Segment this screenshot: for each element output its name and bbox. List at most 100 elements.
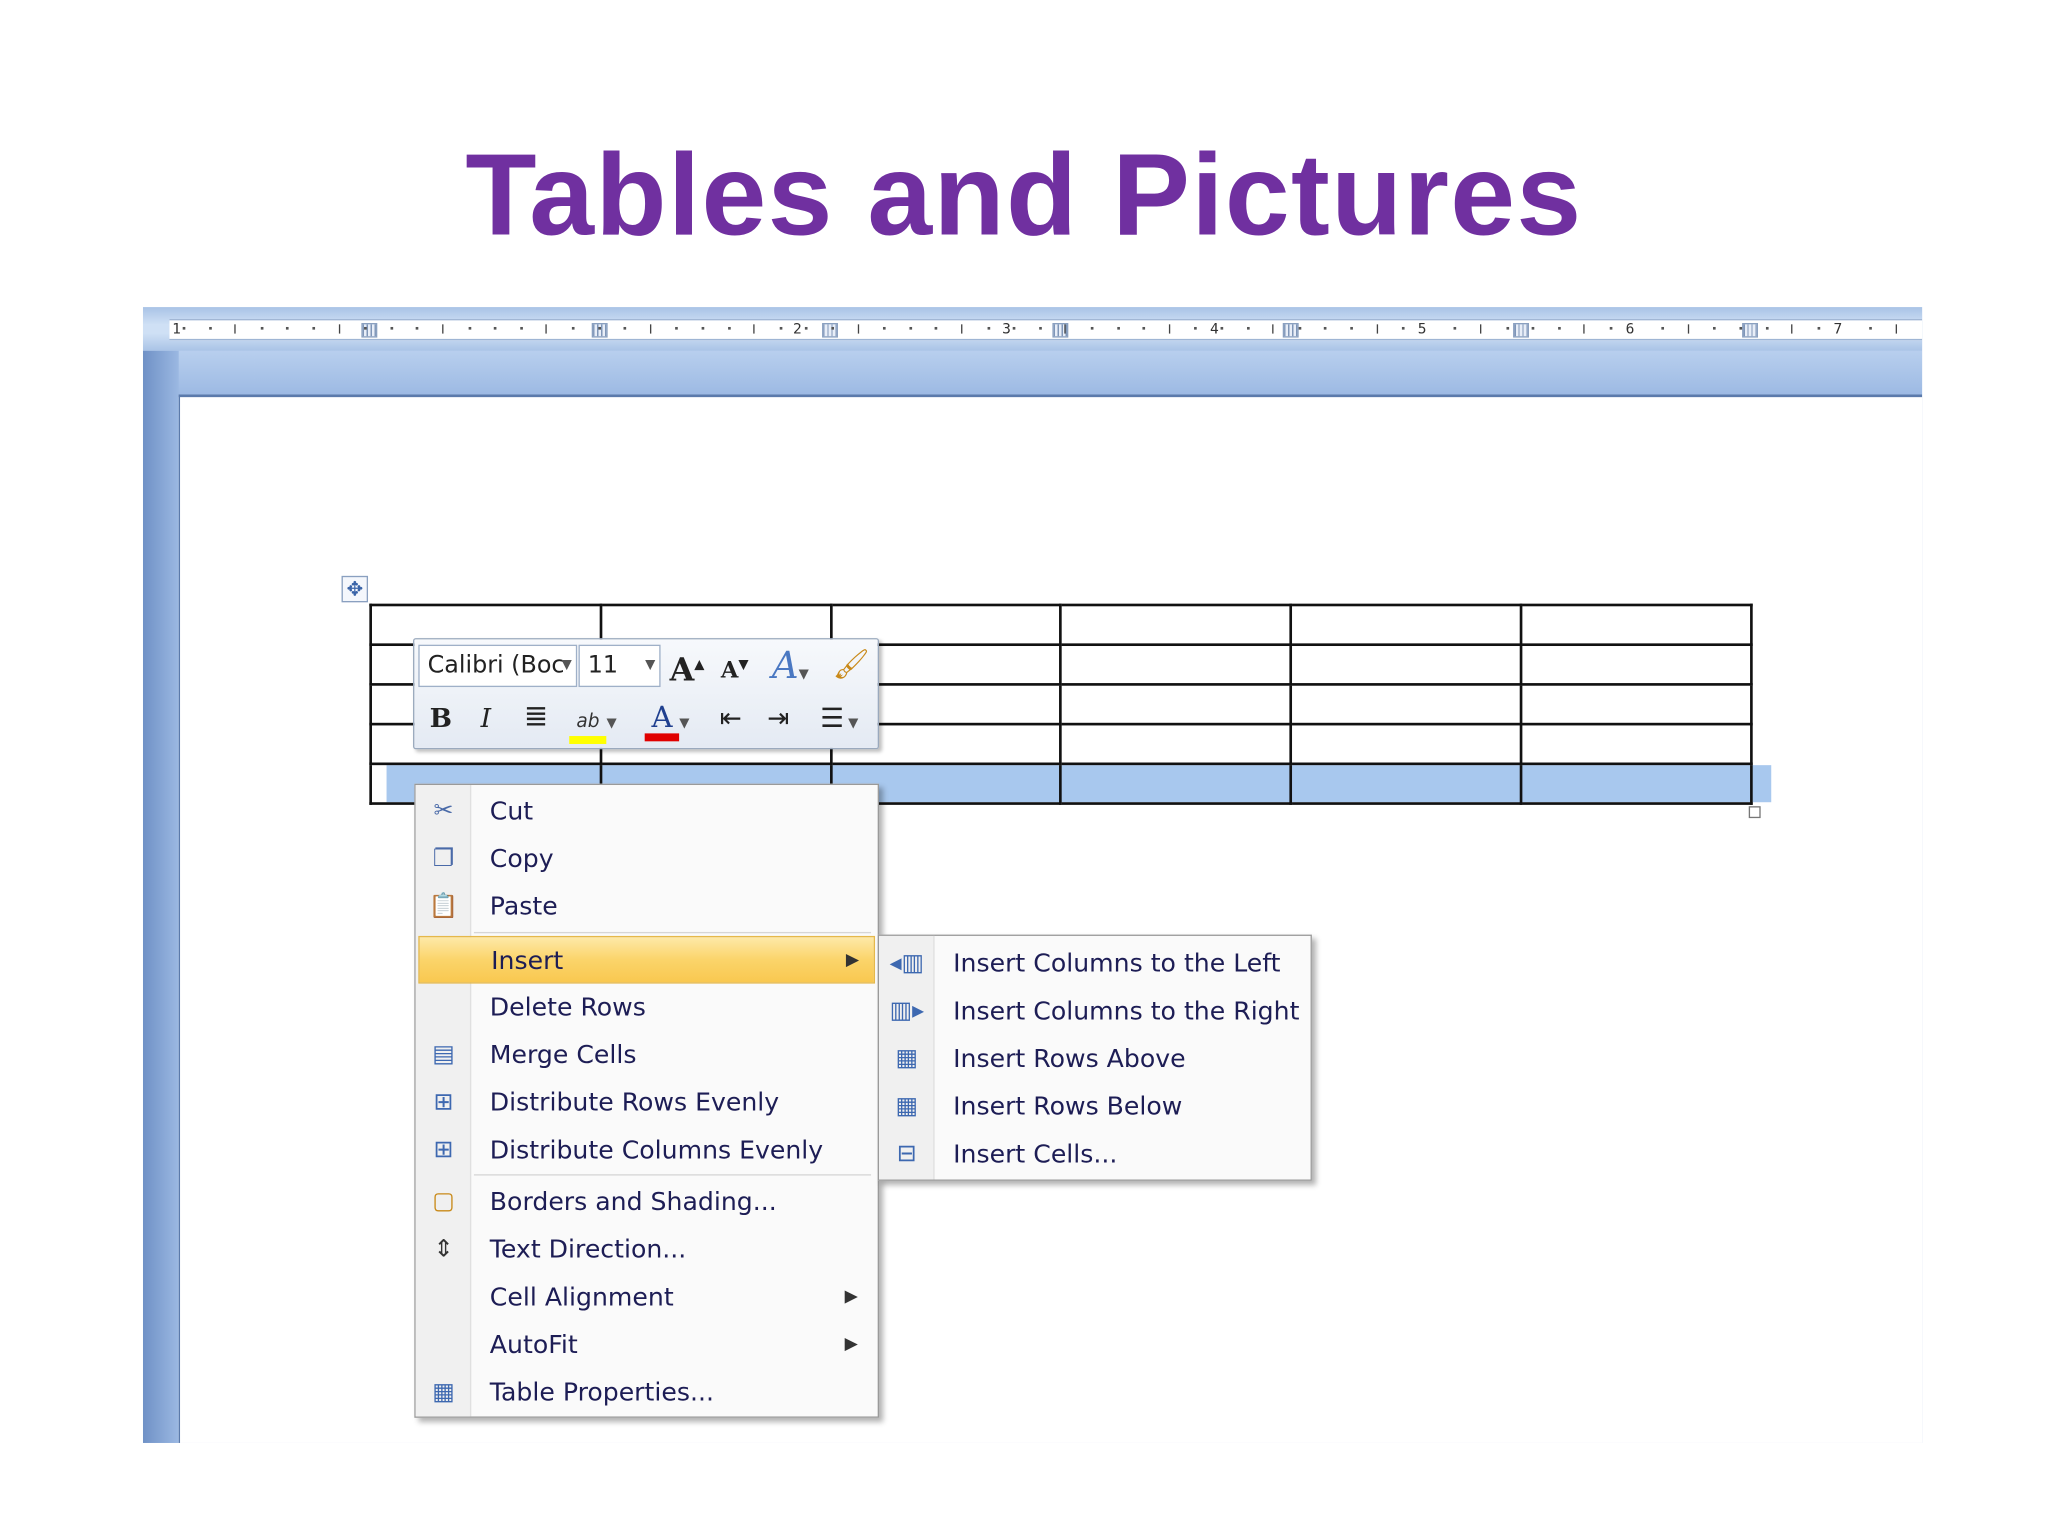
chevron-down-icon[interactable]: ▼: [679, 716, 689, 731]
menu-separator: [473, 1174, 872, 1176]
menu-item-label: Cut: [489, 796, 534, 827]
styles-button[interactable]: A▼: [764, 643, 817, 688]
menu-item-merge-cells[interactable]: ▤ Merge Cells: [418, 1031, 875, 1079]
decrease-indent-button[interactable]: ⇤: [711, 698, 751, 738]
chevron-down-icon[interactable]: ▼: [606, 716, 616, 731]
format-painter-button[interactable]: 🖌: [830, 645, 872, 687]
bullets-button[interactable]: ☰ ▼: [806, 698, 872, 738]
table-cell: [1519, 683, 1753, 726]
paste-icon: 📋: [428, 892, 459, 921]
ruler-tick: [260, 326, 264, 330]
table-cell: [1519, 643, 1753, 686]
horizontal-ruler[interactable]: 1 2 3 4 5 6 7: [169, 319, 1923, 341]
ruler-number: 1: [172, 320, 181, 338]
insert-submenu: ◂▥ Insert Columns to the Left ▥▸ Insert Co…: [877, 934, 1312, 1181]
shrink-font-icon: A: [720, 657, 739, 684]
menu-item-cell-alignment[interactable]: Cell Alignment ▶: [418, 1273, 875, 1321]
ruler-tick: [1220, 326, 1224, 330]
submenu-item-insert-cells[interactable]: ⊟ Insert Cells...: [882, 1131, 1308, 1179]
ruler-tick: [1454, 326, 1457, 330]
bullet-list-icon: ☰: [820, 701, 844, 734]
menu-item-insert[interactable]: Insert ▶: [418, 935, 876, 984]
slide-title: Tables and Pictures: [465, 128, 1583, 260]
increase-indent-icon: ⇥: [767, 701, 790, 734]
column-marker[interactable]: [1282, 323, 1299, 338]
ruler-tick: [1402, 326, 1405, 330]
ruler-tick: [338, 324, 340, 334]
ruler-tick: [987, 326, 990, 330]
grow-font-button[interactable]: A▲: [669, 645, 706, 688]
ruler-tick: [1687, 324, 1689, 334]
menu-item-label: Text Direction...: [489, 1235, 687, 1265]
word-document-window: 1 2 3 4 5 6 7: [142, 307, 1923, 1443]
font-name-combo[interactable]: Calibri (Boc ▼: [418, 644, 578, 688]
column-marker[interactable]: [1513, 323, 1529, 338]
menu-item-text-direction[interactable]: ⇕ Text Direction...: [418, 1226, 875, 1274]
menu-item-table-properties[interactable]: ▦ Table Properties...: [418, 1369, 875, 1417]
chevron-down-icon[interactable]: ▼: [645, 646, 655, 686]
ruler-tick: [1869, 326, 1872, 330]
menu-item-paste[interactable]: 📋 Paste: [418, 883, 875, 931]
table-properties-icon: ▦: [432, 1378, 455, 1406]
ruler-tick: [805, 326, 809, 330]
table-resize-handle[interactable]: [1748, 806, 1761, 819]
font-size-combo[interactable]: 11 ▼: [578, 644, 661, 688]
menu-item-distribute-rows[interactable]: ⊞ Distribute Rows Evenly: [418, 1079, 875, 1127]
table-cell: [1059, 643, 1293, 686]
distribute-rows-icon: ⊞: [433, 1088, 454, 1116]
ruler-tick: [1480, 324, 1482, 334]
ruler-tick: [519, 326, 523, 330]
ruler-tick: [935, 326, 938, 330]
menu-item-delete-rows[interactable]: Delete Rows: [418, 984, 875, 1032]
menu-item-borders-shading[interactable]: ▢ Borders and Shading...: [418, 1178, 875, 1226]
column-marker[interactable]: [591, 323, 608, 338]
table-cell: [1289, 683, 1523, 726]
font-color-button[interactable]: A ▼: [637, 698, 698, 742]
ruler-tick: [623, 326, 627, 330]
ruler-tick: [675, 326, 679, 330]
ruler-tick: [701, 326, 705, 330]
column-marker[interactable]: [822, 323, 838, 338]
submenu-item-insert-rows-below[interactable]: ▦ Insert Rows Below: [882, 1083, 1308, 1131]
menu-item-distribute-columns[interactable]: ⊞ Distribute Columns Evenly: [418, 1127, 875, 1175]
chevron-down-icon[interactable]: ▼: [844, 716, 858, 731]
ruler-tick: [1765, 326, 1769, 330]
ruler-tick: [1324, 326, 1327, 330]
decrease-indent-icon: ⇤: [719, 701, 742, 734]
page-top-background: [142, 350, 1923, 396]
column-marker[interactable]: [1742, 323, 1759, 338]
italic-button[interactable]: I: [470, 698, 502, 738]
increase-indent-button[interactable]: ⇥: [759, 698, 799, 738]
bold-button[interactable]: B: [425, 698, 457, 738]
submenu-item-insert-columns-right[interactable]: ▥▸ Insert Columns to the Right: [882, 988, 1308, 1036]
center-align-button[interactable]: ≣: [518, 698, 555, 738]
ruler-tick: [883, 326, 886, 330]
ruler-number: 3: [1002, 320, 1011, 338]
table-cell: [1519, 722, 1753, 766]
column-marker[interactable]: [361, 323, 378, 338]
table-cell: [1289, 722, 1523, 766]
submenu-arrow-icon: ▶: [845, 950, 860, 971]
styles-icon: A: [771, 643, 799, 688]
menu-item-label: Insert Columns to the Right: [953, 996, 1300, 1026]
ruler-tick: [1583, 324, 1586, 334]
chevron-down-icon[interactable]: ▼: [562, 646, 572, 686]
submenu-item-insert-rows-above[interactable]: ▦ Insert Rows Above: [882, 1035, 1308, 1083]
ruler-tick: [1817, 326, 1820, 330]
menu-item-cut[interactable]: ✂ Cut: [418, 788, 875, 836]
ruler-tick: [1713, 326, 1717, 330]
menu-item-copy[interactable]: ❐ Copy: [418, 835, 875, 883]
menu-item-label: Paste: [489, 892, 558, 922]
ruler-tick: [1038, 326, 1042, 330]
submenu-item-insert-columns-left[interactable]: ◂▥ Insert Columns to the Left: [882, 940, 1308, 988]
highlight-button[interactable]: ab ▼: [563, 698, 624, 744]
ruler-tick: [1895, 324, 1897, 334]
ruler-number: 2: [792, 320, 802, 338]
shrink-font-button[interactable]: A▼: [716, 645, 753, 687]
menu-item-autofit[interactable]: AutoFit ▶: [418, 1321, 875, 1369]
ruler-tick: [442, 324, 444, 334]
table-move-handle[interactable]: ✥: [341, 575, 369, 603]
font-size-value: 11: [587, 651, 619, 680]
ruler-tick: [1298, 326, 1302, 330]
menu-item-label: Cell Alignment: [489, 1282, 674, 1312]
